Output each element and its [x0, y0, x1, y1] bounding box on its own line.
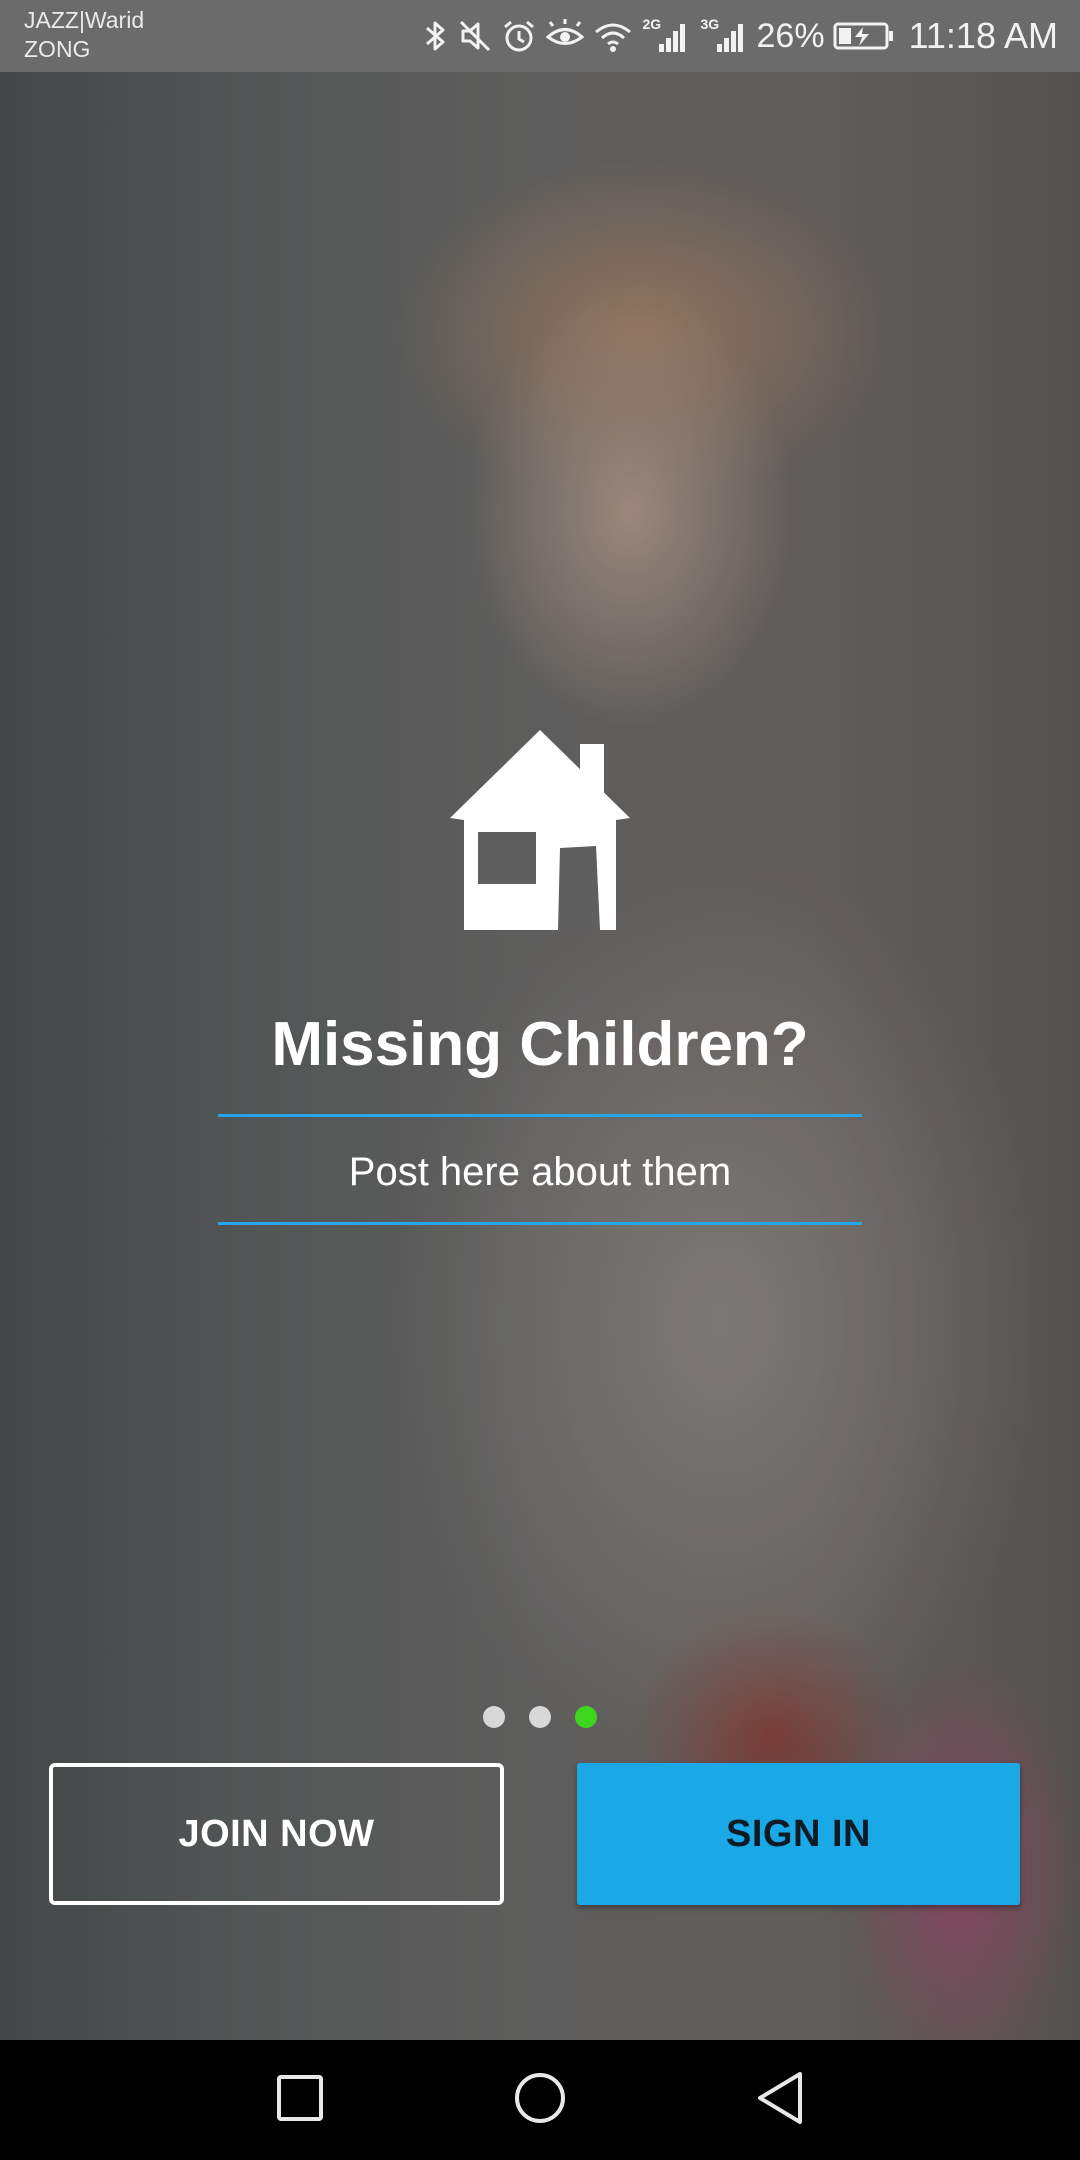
onboarding-screen: JAZZ|Warid ZONG 2G 3G 26% 11:18 AM Missi…	[0, 0, 1080, 2160]
page-indicator	[0, 1706, 1080, 1728]
bluetooth-icon	[423, 18, 449, 54]
battery-percent: 26%	[756, 16, 825, 55]
recent-apps-icon	[275, 2073, 325, 2128]
back-button[interactable]	[720, 2040, 840, 2160]
wifi-icon	[593, 18, 633, 54]
page-dot-2[interactable]	[529, 1706, 551, 1728]
divider-top	[218, 1114, 862, 1117]
house-icon	[448, 728, 632, 932]
carrier-line-1: JAZZ|Warid	[24, 7, 145, 33]
eye-comfort-icon	[545, 18, 585, 54]
carrier-info: JAZZ|Warid ZONG	[24, 6, 144, 64]
join-now-button[interactable]: JOIN NOW	[49, 1763, 504, 1905]
home-button[interactable]	[480, 2040, 600, 2160]
mute-icon	[457, 18, 493, 54]
status-icons: 2G 3G 26% 11:18 AM	[423, 0, 1058, 72]
onboarding-headline: Missing Children?	[271, 1010, 809, 1079]
back-icon	[754, 2070, 806, 2131]
status-bar: JAZZ|Warid ZONG 2G 3G 26% 11:18 AM	[0, 0, 1080, 72]
home-icon	[512, 2070, 568, 2131]
page-dot-1[interactable]	[483, 1706, 505, 1728]
signal-sim1-icon: 2G	[641, 16, 691, 56]
page-dot-3-active[interactable]	[575, 1706, 597, 1728]
clock: 11:18 AM	[908, 15, 1058, 56]
carrier-line-2: ZONG	[24, 36, 91, 62]
signal-sim2-icon: 3G	[699, 16, 749, 56]
divider-bottom	[218, 1222, 862, 1225]
battery-charging-icon	[833, 18, 895, 54]
sign-in-button[interactable]: SIGN IN	[577, 1763, 1020, 1905]
navigation-bar	[0, 2040, 1080, 2160]
alarm-icon	[501, 18, 537, 54]
recent-apps-button[interactable]	[240, 2040, 360, 2160]
onboarding-subline: Post here about them	[348, 1150, 732, 1194]
